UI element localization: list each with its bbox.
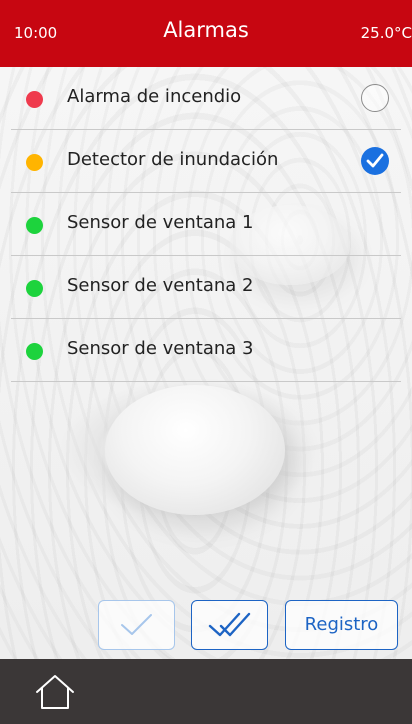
- log-button[interactable]: Registro: [285, 600, 398, 650]
- header-bar: 10:00 Alarmas 25.0°C: [0, 0, 412, 67]
- acknowledge-button[interactable]: [98, 600, 175, 650]
- alarm-label: Alarma de incendio: [67, 86, 242, 107]
- temperature-readout: 25.0°C: [360, 24, 412, 42]
- footer-bar: [0, 659, 412, 724]
- acknowledge-all-button[interactable]: [191, 600, 268, 650]
- check-icon: [121, 614, 152, 635]
- background-stone: [105, 385, 285, 515]
- double-check-icon: [208, 612, 251, 637]
- alarm-label: Sensor de ventana 1: [67, 212, 254, 233]
- alarm-label: Sensor de ventana 3: [67, 338, 254, 359]
- alarm-list: Alarma de incendio Detector de inundació…: [11, 67, 401, 382]
- status-dot-green: [26, 217, 43, 234]
- alarm-row-fire[interactable]: Alarma de incendio: [11, 67, 401, 130]
- alarm-label: Detector de inundación: [67, 149, 279, 170]
- checked-checkbox[interactable]: [361, 147, 389, 175]
- alarm-label: Sensor de ventana 2: [67, 275, 254, 296]
- home-icon[interactable]: [34, 673, 76, 711]
- alarm-row-window-2[interactable]: Sensor de ventana 2: [11, 256, 401, 319]
- alarm-row-window-3[interactable]: Sensor de ventana 3: [11, 319, 401, 382]
- status-dot-orange: [26, 154, 43, 171]
- alarm-row-flood[interactable]: Detector de inundación: [11, 130, 401, 193]
- status-dot-green: [26, 280, 43, 297]
- page-title: Alarmas: [163, 18, 249, 42]
- unchecked-checkbox[interactable]: [361, 84, 389, 112]
- alarm-row-window-1[interactable]: Sensor de ventana 1: [11, 193, 401, 256]
- status-dot-red: [26, 91, 43, 108]
- check-icon: [366, 153, 384, 168]
- alarms-screen: 10:00 Alarmas 25.0°C Alarma de incendio …: [0, 0, 412, 724]
- status-dot-green: [26, 343, 43, 360]
